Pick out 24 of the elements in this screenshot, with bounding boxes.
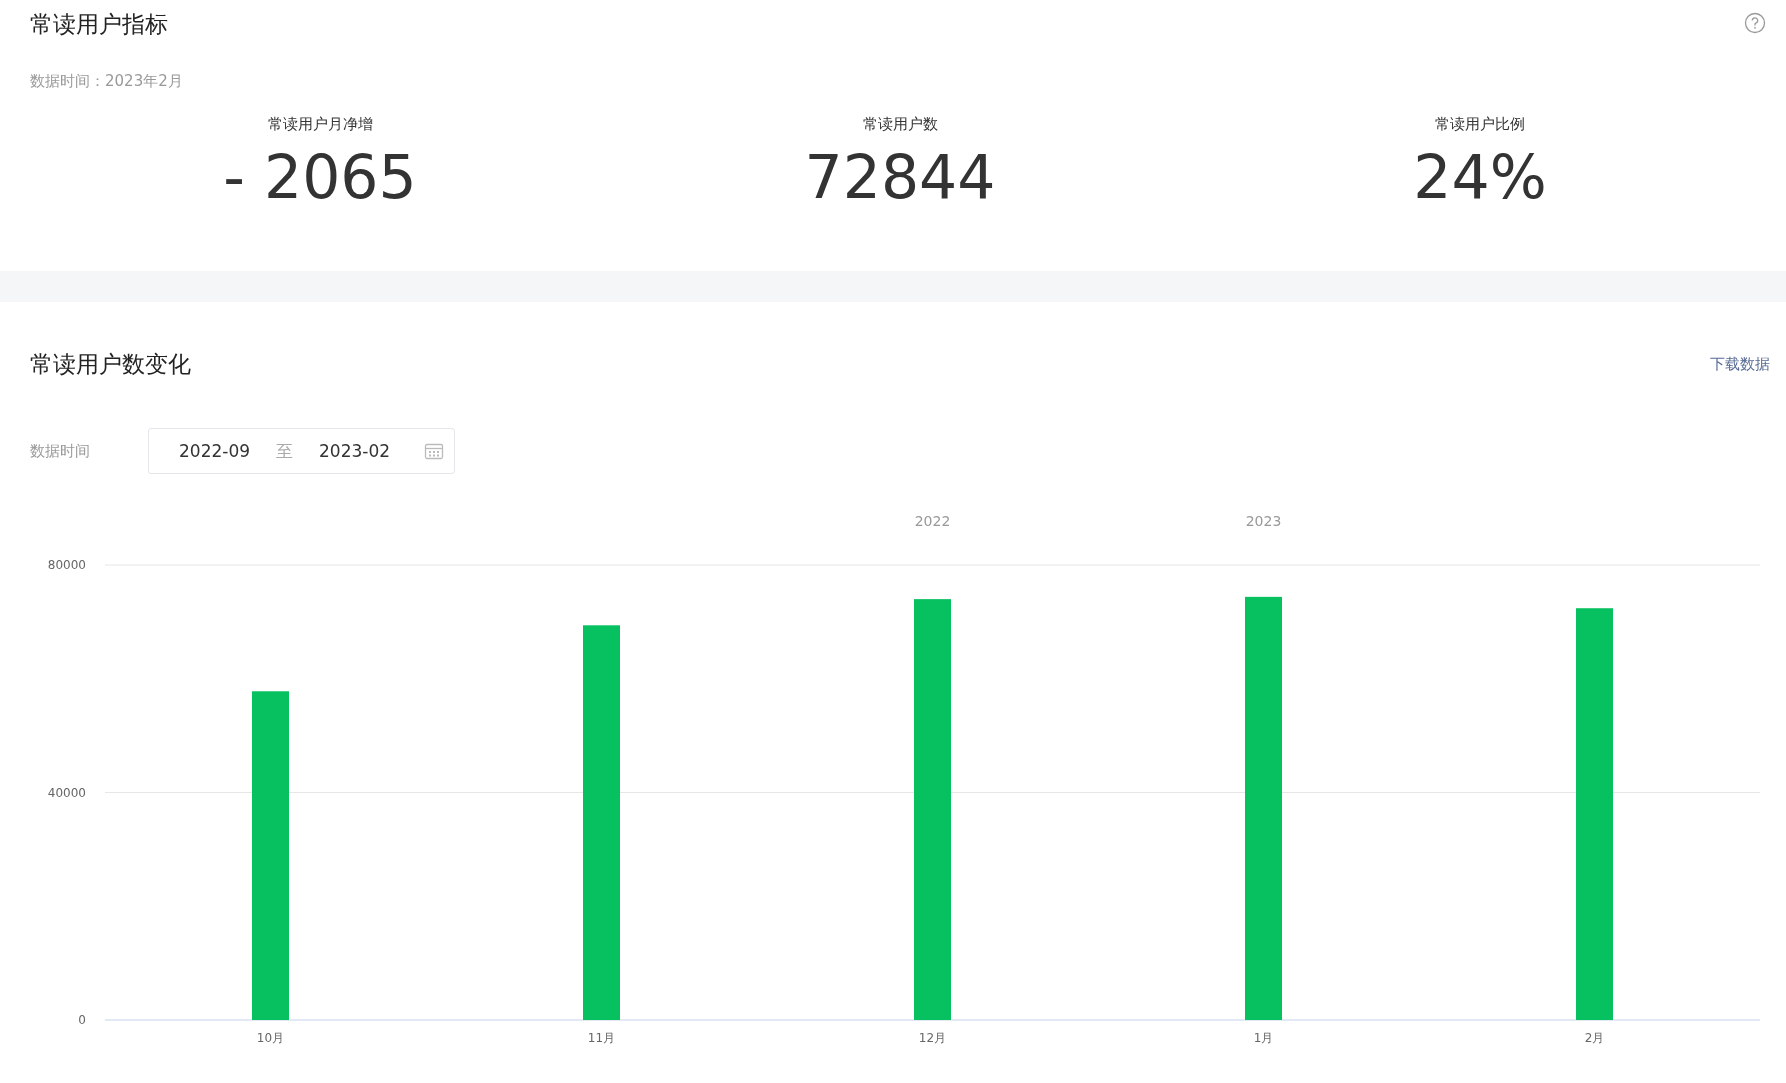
y-axis-label: 0 [78,1013,86,1027]
metric-value: 72844 [804,142,996,212]
section-title: 常读用户数变化 [30,350,191,379]
metric-label: 常读用户比例 [1435,115,1525,134]
data-time-text: 数据时间：2023年2月 [30,72,183,91]
range-label: 数据时间 [30,441,91,461]
metric-value: - 2065 [223,142,417,212]
y-axis-label: 80000 [47,558,86,572]
metric-value: 24% [1413,142,1547,212]
metric-label: 常读用户月净增 [267,115,373,134]
x-axis-label: 10月 [256,1031,285,1045]
help-icon[interactable] [1744,12,1766,34]
y-axis-label: 40000 [47,785,86,800]
x-axis-label: 12月 [918,1031,947,1045]
section-title: 常读用户指标 [30,10,168,39]
x-axis-label: 1月 [1253,1031,1274,1045]
x-axis-label: 2月 [1584,1031,1605,1045]
year-label: 2022 [914,513,951,529]
calendar-icon [424,442,444,460]
metric-label: 常读用户数 [862,115,938,134]
download-link[interactable]: 下载数据 [1710,354,1770,374]
x-axis-label: 11月 [587,1031,616,1045]
date-range-picker[interactable]: 2022-09 至 2023-02 [148,428,455,474]
year-label: 2023 [1245,513,1282,529]
